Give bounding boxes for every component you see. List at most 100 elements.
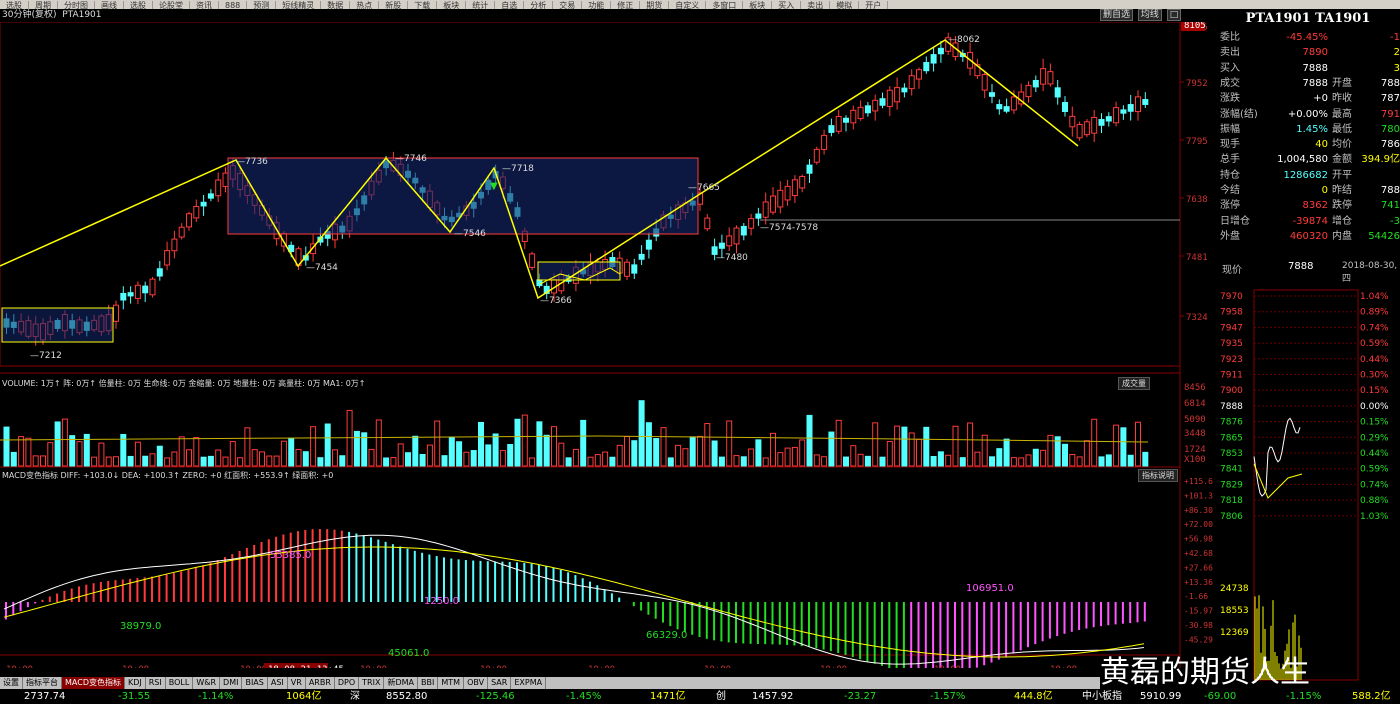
indicator-tab[interactable]: OBV	[464, 677, 489, 689]
indicator-help-button[interactable]: 指标说明	[1138, 469, 1178, 482]
intraday-price-label: 7876	[1220, 418, 1243, 428]
price-annotation: —7454	[306, 263, 338, 273]
candle-body	[777, 189, 784, 208]
indicator-tab[interactable]: W&R	[193, 677, 221, 689]
volume-bar	[507, 443, 514, 467]
menu-item[interactable]: 板块	[437, 1, 467, 9]
intraday-price-label: 7923	[1220, 355, 1243, 365]
menu-item[interactable]: 多窗口	[706, 1, 744, 9]
volume-bar	[368, 448, 375, 467]
volume-bar	[755, 439, 762, 467]
candle-body	[1010, 96, 1017, 111]
menu-item[interactable]: 分析	[524, 1, 554, 9]
window-toggle-button[interactable]: □	[1166, 9, 1182, 21]
quote-key: 持仓	[1220, 169, 1240, 181]
quote-key: 涨跌	[1220, 93, 1240, 105]
signal-arrow-icon: ▼	[490, 181, 498, 192]
indicator-tab[interactable]: VR	[288, 677, 306, 689]
indicator-tab[interactable]: ARBR	[306, 677, 335, 689]
volume-bar	[916, 438, 922, 467]
menu-item[interactable]: 资讯	[190, 1, 219, 9]
indicator-tab[interactable]: BBI	[418, 677, 439, 689]
indicator-tab[interactable]: RSI	[146, 677, 166, 689]
candle-body	[1025, 84, 1032, 98]
volume-bar	[828, 431, 835, 467]
intraday-chart[interactable]: 7970 1.04% 7958 0.89% 7947 0.74% 7935 0.59% 7923…	[1218, 288, 1400, 688]
menu-item[interactable]: 板块	[743, 1, 773, 9]
menu-item[interactable]: 短线精灵	[276, 1, 322, 9]
volume-bar	[806, 414, 813, 467]
range-box	[227, 157, 699, 235]
indicator-tab[interactable]: SAR	[488, 677, 512, 689]
indicator-tab[interactable]: ASI	[268, 677, 288, 689]
now-price-value: 7888	[1288, 261, 1314, 272]
indicator-tab[interactable]: KDJ	[125, 677, 146, 689]
volume-bar	[543, 434, 550, 467]
menu-item[interactable]: 功能	[582, 1, 612, 9]
menu-item[interactable]: 选股	[124, 1, 153, 9]
cy-index: 1457.92	[752, 691, 794, 702]
menu-item[interactable]: 周期	[29, 1, 58, 9]
candle-body	[207, 193, 214, 199]
indicator-tab[interactable]: DPO	[335, 677, 360, 689]
menu-item[interactable]: 模拟	[830, 1, 860, 9]
candle-body	[937, 47, 944, 55]
volume-bar	[324, 423, 331, 467]
menu-item[interactable]: 画线	[95, 1, 124, 9]
volume-bar	[10, 451, 17, 467]
volume-bar	[1120, 427, 1127, 467]
menu-item[interactable]: 自定义	[669, 1, 707, 9]
menu-item[interactable]: 888	[219, 1, 248, 9]
menu-item[interactable]: 修正	[611, 1, 641, 9]
indicator-tab[interactable]: EXPMA	[511, 677, 547, 689]
intraday-pct-label: 0.59%	[1360, 339, 1389, 349]
indicator-tab[interactable]: BOLL	[166, 677, 194, 689]
menu-item[interactable]: 新股	[379, 1, 409, 9]
indicator-tab[interactable]: MTM	[438, 677, 465, 689]
menu-item[interactable]: 分时图	[58, 1, 95, 9]
menu-item[interactable]: 交易	[553, 1, 583, 9]
candle-body	[718, 242, 725, 249]
menu-item[interactable]: 选股	[0, 1, 29, 9]
indicator-tab[interactable]: 新DMA	[384, 677, 419, 689]
volume-indicator-button[interactable]: 成交量	[1118, 377, 1150, 390]
indicator-tab[interactable]: 设置	[0, 677, 23, 689]
menu-item[interactable]: 数据	[321, 1, 351, 9]
menu-item[interactable]: 预测	[247, 1, 277, 9]
candle-body	[193, 206, 200, 219]
volume-bar	[791, 446, 798, 467]
menu-item[interactable]: 买入	[772, 1, 802, 9]
indicator-tab[interactable]: MACD变色指标	[62, 677, 125, 689]
macd-axis-label: +42.68	[1184, 549, 1213, 558]
macd-axis-label: +13.36	[1184, 578, 1213, 587]
volume-bar	[273, 455, 280, 467]
remove-favorite-button[interactable]: 删自选	[1100, 9, 1134, 21]
volume-bar	[835, 419, 842, 467]
volume-bar	[1098, 456, 1105, 467]
volume-bar	[339, 455, 346, 467]
volume-bar	[843, 456, 849, 467]
indicator-tab[interactable]: DMI	[220, 677, 243, 689]
menu-item[interactable]: 自选	[495, 1, 525, 9]
menu-item[interactable]: 卖出	[801, 1, 831, 9]
menu-item[interactable]: 期货	[640, 1, 670, 9]
price-annotation: —7665	[688, 183, 720, 193]
ma-button[interactable]: 均线	[1137, 9, 1162, 21]
indicator-tab[interactable]: 指标平台	[23, 677, 62, 689]
candle-body	[726, 235, 733, 247]
volume-bar	[697, 435, 703, 467]
menu-item[interactable]: 开户	[859, 1, 889, 9]
volume-bar	[624, 436, 630, 467]
indicator-tab[interactable]: BIAS	[242, 677, 268, 689]
indicator-tab[interactable]: TRIX	[359, 677, 385, 689]
volume-bar	[1069, 453, 1076, 467]
menu-item[interactable]: 统计	[466, 1, 496, 9]
menu-item[interactable]: 论股堂	[153, 1, 190, 9]
quote-value: 7890	[1302, 47, 1328, 59]
volume-bar	[645, 422, 652, 467]
main-chart[interactable]: 8105795277957638748173248105—7212—7736—7…	[0, 22, 1218, 668]
menu-item[interactable]: 下载	[408, 1, 438, 9]
time-axis-label: 10:00	[6, 665, 33, 668]
quote-key2: 最高	[1332, 108, 1352, 120]
menu-item[interactable]: 热点	[350, 1, 380, 9]
